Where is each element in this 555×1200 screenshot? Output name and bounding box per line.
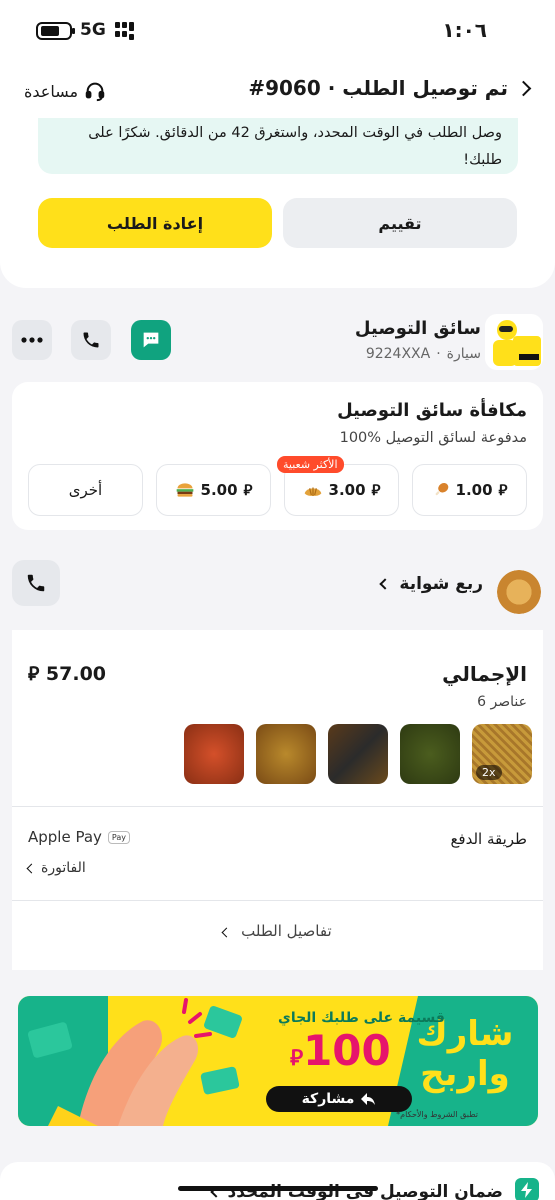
- battery-icon: [36, 22, 75, 40]
- order-status-card: وصل الطلب في الوقت المحدد، واستغرق 42 من…: [0, 118, 555, 288]
- on-time-guarantee-label: ضمان التوصيل في الوقت المحدد: [227, 1182, 503, 1200]
- restaurant-logo: [497, 570, 541, 614]
- riyal-symbol: ⃁: [243, 480, 253, 499]
- item-quantity: 2x: [476, 765, 502, 780]
- tip-amount: 5.00: [200, 481, 238, 499]
- share-and-win-banner[interactable]: شارك واربح قسيمة على طلبك الجاي ⃁100 مشا…: [18, 996, 538, 1126]
- driver-title: سائق التوصيل: [354, 318, 481, 339]
- page-title: #9060 · تم توصيل الطلب: [248, 76, 508, 100]
- divider: [12, 900, 543, 901]
- total-label: الإجمالي: [442, 662, 527, 686]
- invoice-link[interactable]: الفاتورة: [26, 860, 86, 876]
- restaurant-link[interactable]: ربع شواية: [379, 574, 483, 594]
- back-chevron-icon[interactable]: [515, 80, 532, 96]
- lightning-icon: [515, 1178, 539, 1200]
- network-label: 5G: [80, 20, 106, 40]
- payment-method-text: Apple Pay: [28, 828, 102, 846]
- driver-illustration-icon: [493, 320, 541, 366]
- riyal-symbol: ⃁: [28, 663, 46, 685]
- call-restaurant-button[interactable]: [12, 560, 60, 606]
- riyal-symbol: ⃁: [290, 1046, 304, 1071]
- drumstick-icon: [435, 482, 448, 496]
- chevron-left-icon: [379, 578, 392, 590]
- tip-option-3[interactable]: 5.00 ⃁: [156, 464, 271, 516]
- tip-option-other[interactable]: أخرى: [28, 464, 143, 516]
- apple-pay-icon: Pay: [107, 830, 131, 844]
- invoice-label: الفاتورة: [41, 860, 86, 876]
- clock: ١:٠٦: [442, 18, 487, 42]
- more-options-button[interactable]: [12, 320, 52, 360]
- item-thumb-2: [400, 724, 460, 784]
- riyal-symbol: ⃁: [498, 480, 508, 499]
- item-thumb-3: [328, 724, 388, 784]
- payment-label: طريقة الدفع: [450, 830, 527, 848]
- riyal-symbol: ⃁: [371, 480, 381, 499]
- payment-method: Apple Pay Pay: [28, 828, 131, 846]
- promo-headline: شارك واربح: [416, 1014, 514, 1094]
- page-title-wrap: #9060 · تم توصيل الطلب: [248, 76, 532, 100]
- reorder-button[interactable]: إعادة الطلب: [38, 198, 272, 248]
- home-indicator: [178, 1186, 378, 1191]
- items-count: 6 عناصر: [477, 694, 527, 710]
- more-dots-icon: [21, 337, 43, 343]
- meta-dot: ·: [436, 346, 441, 362]
- driver-avatar: [485, 314, 543, 370]
- tip-amount: 3.00: [328, 481, 366, 499]
- driver-meta: سيارة · 9224XXA: [366, 346, 481, 362]
- tip-title: مكافأة سائق التوصيل: [337, 400, 527, 421]
- total-amount: ⃁ 57.00: [28, 662, 106, 686]
- share-arrow-icon: [361, 1093, 376, 1105]
- chevron-left-icon: [26, 863, 37, 873]
- vehicle-type: سيارة: [446, 346, 481, 362]
- total-value: 57.00: [45, 663, 107, 685]
- call-driver-button[interactable]: [71, 320, 111, 360]
- chevron-left-icon: [221, 927, 232, 938]
- promo-terms: *تطبق الشروط والأحكام: [396, 1110, 478, 1119]
- tip-amount: 1.00: [455, 481, 493, 499]
- tip-subtitle: 100% مدفوعة لسائق التوصيل: [339, 430, 527, 446]
- high-five-hands-icon: [18, 996, 242, 1126]
- phone-icon: [27, 574, 45, 592]
- promo-amount-value: 100: [303, 1026, 391, 1075]
- tip-option-1[interactable]: 1.00 ⃁: [412, 464, 527, 516]
- croissant-icon: [304, 487, 321, 496]
- popular-badge: الأكثر شعبية: [277, 456, 344, 473]
- item-thumb-4: [256, 724, 316, 784]
- chat-button[interactable]: [131, 320, 171, 360]
- help-button[interactable]: مساعدة: [24, 78, 106, 104]
- item-thumb-1: 2x: [472, 724, 532, 784]
- status-bar: 5G ١:٠٦: [0, 0, 555, 60]
- on-time-guarantee-link[interactable]: ضمان التوصيل في الوقت المحدد: [209, 1182, 503, 1200]
- top-nav: مساعدة #9060 · تم توصيل الطلب: [0, 60, 555, 118]
- item-thumb-5: [184, 724, 244, 784]
- order-details-link[interactable]: تفاصيل الطلب: [12, 922, 543, 940]
- help-label: مساعدة: [24, 81, 79, 101]
- signal-icon: [115, 22, 137, 40]
- divider: [12, 806, 543, 807]
- receipt-edge: [12, 964, 543, 970]
- rate-button[interactable]: تقييم: [283, 198, 517, 248]
- order-details-label: تفاصيل الطلب: [241, 922, 332, 940]
- share-button[interactable]: مشاركة: [266, 1086, 412, 1112]
- order-receipt: الإجمالي ⃁ 57.00 6 عناصر 2x طريقة الدفع …: [12, 630, 543, 970]
- phone-icon: [83, 332, 99, 348]
- restaurant-name: ربع شواية: [399, 574, 483, 594]
- burger-icon: [176, 483, 193, 497]
- promo-amount: ⃁100: [290, 1026, 391, 1075]
- receipt-edge: [12, 630, 543, 636]
- share-label: مشاركة: [301, 1091, 355, 1107]
- headset-icon: [85, 82, 105, 102]
- driver-tip-card: مكافأة سائق التوصيل 100% مدفوعة لسائق ال…: [12, 382, 543, 530]
- delivery-note: وصل الطلب في الوقت المحدد، واستغرق 42 من…: [38, 118, 518, 174]
- plate-number: 9224XXA: [365, 346, 431, 362]
- promo-subtitle: قسيمة على طلبك الجاي: [278, 1010, 445, 1026]
- chat-icon: [143, 332, 159, 348]
